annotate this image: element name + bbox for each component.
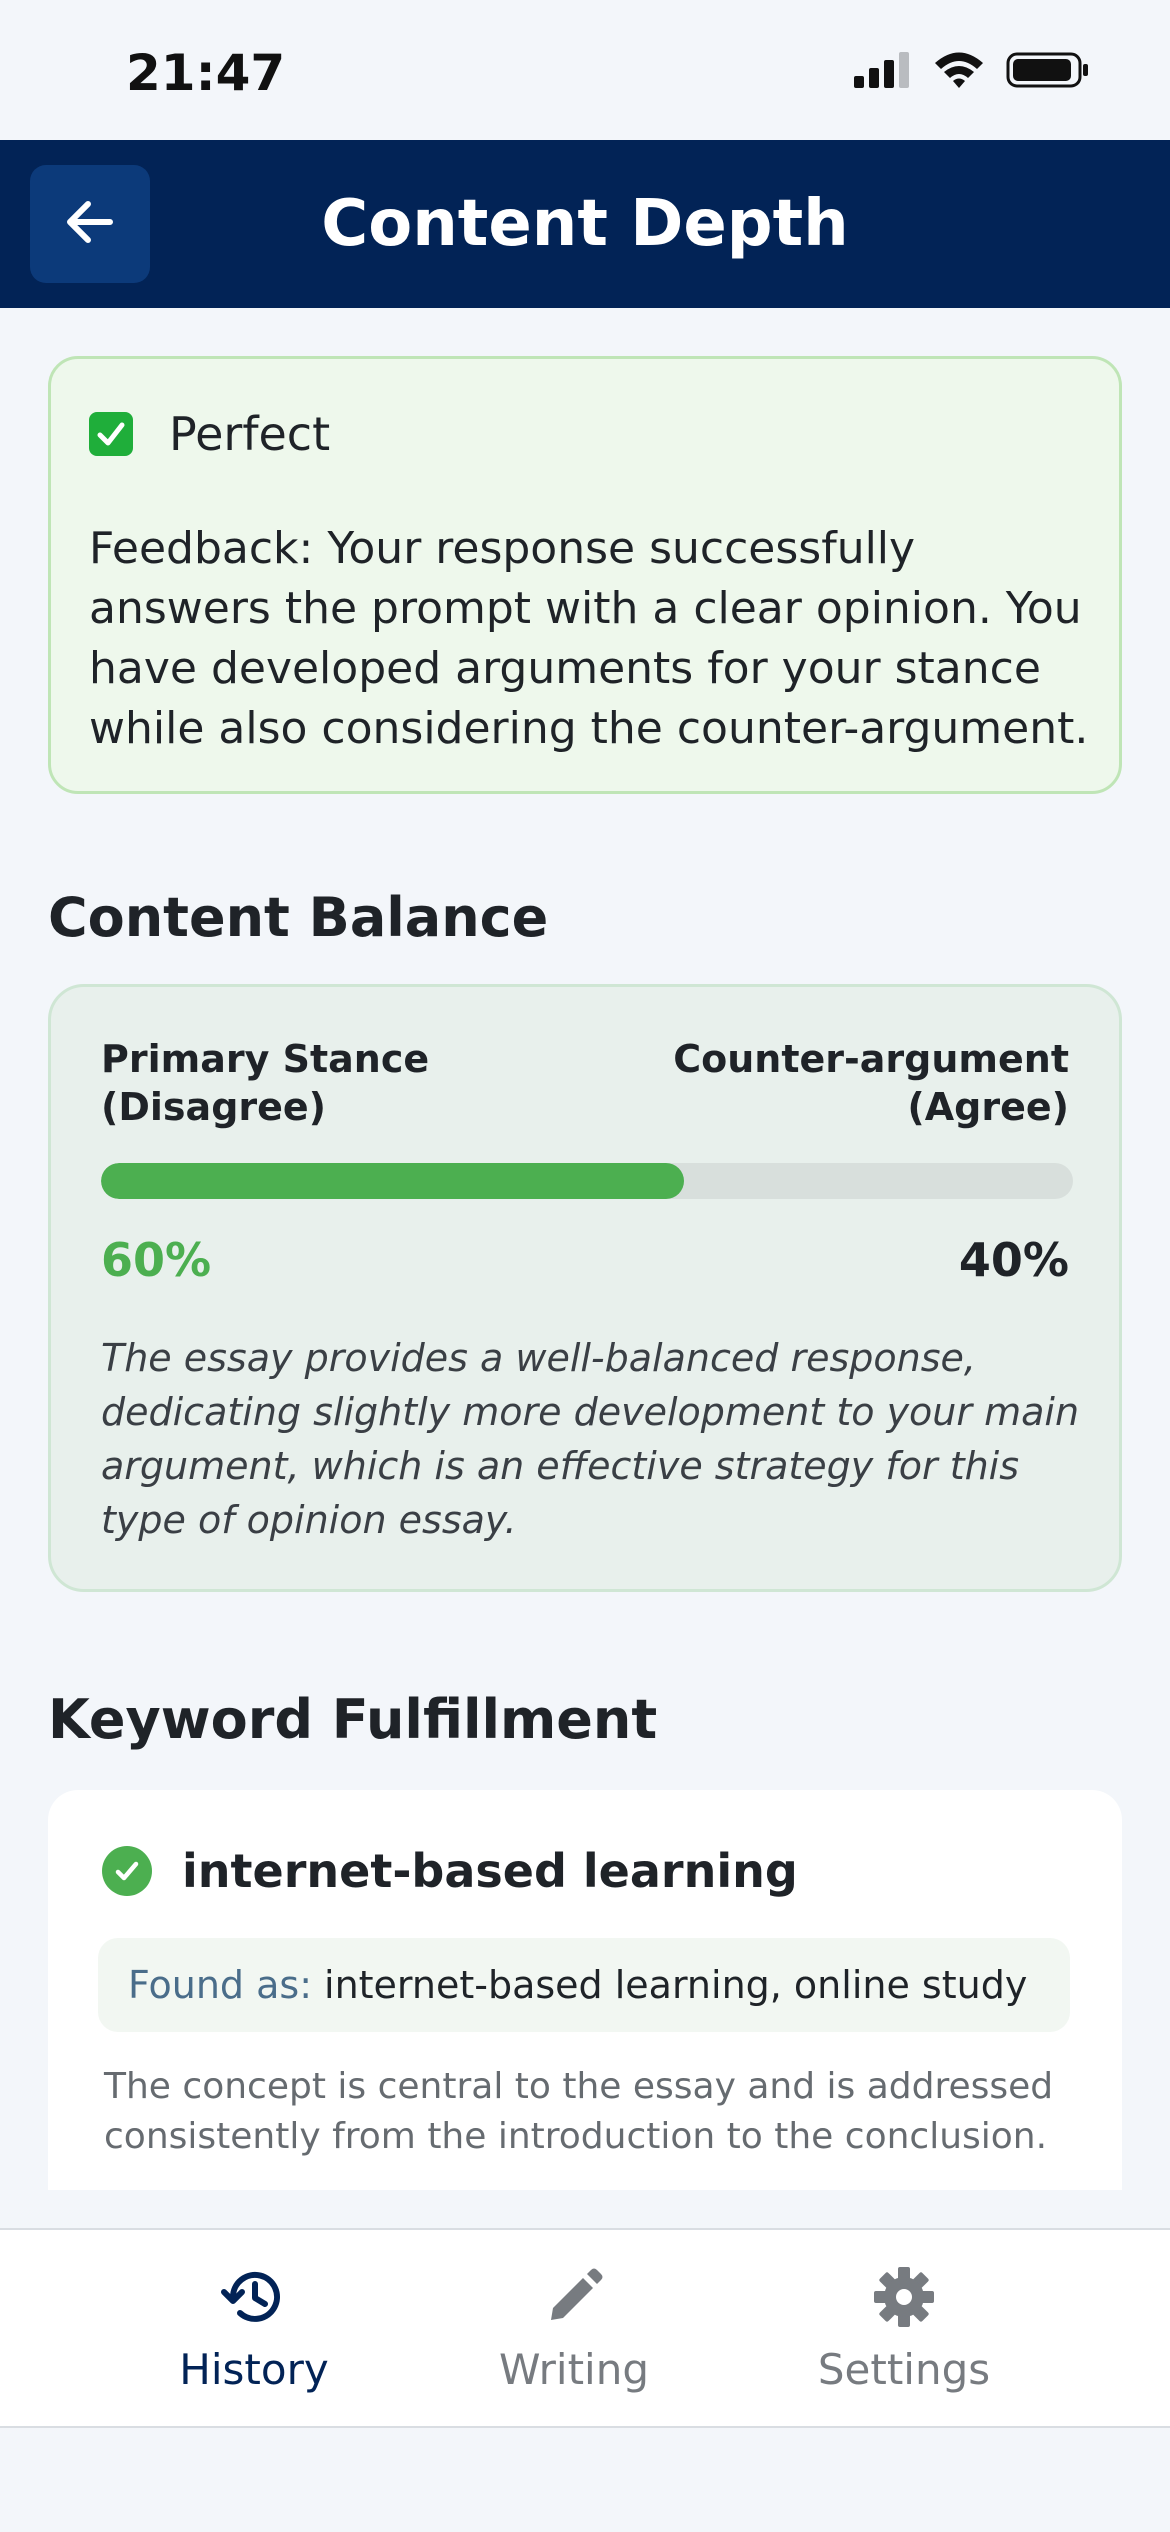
- app-header: Content Depth: [0, 140, 1170, 308]
- history-icon: [219, 2262, 289, 2337]
- feedback-status-label: Perfect: [169, 407, 331, 461]
- pencil-icon: [539, 2262, 609, 2337]
- back-button[interactable]: [30, 165, 150, 283]
- nav-item-history[interactable]: History: [124, 2262, 384, 2394]
- bottom-nav: History Writing Settings: [0, 2228, 1170, 2428]
- counter-argument-label-line2: (Agree): [907, 1085, 1069, 1129]
- primary-stance-label-line2: (Disagree): [101, 1085, 327, 1129]
- keyword-header: internet-based learning: [102, 1844, 798, 1898]
- signal-icon: [852, 50, 912, 95]
- arrow-left-icon: [62, 194, 118, 255]
- keyword-fulfillment-heading: Keyword Fulfillment: [48, 1688, 658, 1751]
- page-title: Content Depth: [321, 187, 849, 261]
- found-as-box: Found as: internet-based learning, onlin…: [98, 1938, 1070, 2032]
- balance-bar-track: [101, 1163, 1073, 1199]
- feedback-status: Perfect: [89, 407, 330, 461]
- keyword-card: internet-based learning Found as: intern…: [48, 1790, 1122, 2190]
- nav-item-writing[interactable]: Writing: [444, 2262, 704, 2394]
- nav-label-writing: Writing: [499, 2345, 649, 2394]
- wifi-icon: [932, 50, 986, 95]
- balance-note: The essay provides a well-balanced respo…: [101, 1336, 1080, 1542]
- balance-bar-fill: [101, 1163, 685, 1199]
- status-bar: 21:47: [0, 0, 1170, 140]
- check-circle-icon: [102, 1846, 152, 1896]
- found-as-label: Found as:: [128, 1963, 313, 2007]
- feedback-text: Feedback: Your response successfully ans…: [89, 523, 1089, 754]
- battery-icon: [1006, 50, 1090, 95]
- primary-percent: 60%: [101, 1233, 212, 1287]
- nav-label-settings: Settings: [817, 2345, 991, 2394]
- nav-label-history: History: [179, 2345, 329, 2394]
- primary-stance-label: Primary Stance (Disagree): [101, 1035, 429, 1131]
- counter-percent: 40%: [958, 1233, 1069, 1287]
- counter-argument-label: Counter-argument (Agree): [673, 1035, 1069, 1131]
- nav-item-settings[interactable]: Settings: [774, 2262, 1034, 2394]
- primary-stance-label-line1: Primary Stance: [101, 1037, 430, 1081]
- gear-icon: [869, 2262, 939, 2337]
- feedback-card: Perfect Feedback: Your response successf…: [48, 356, 1122, 794]
- status-icons: [852, 50, 1090, 95]
- content-balance-heading: Content Balance: [48, 886, 549, 949]
- keyword-title: internet-based learning: [182, 1844, 798, 1898]
- check-box-icon: [89, 412, 133, 456]
- found-as-value: internet-based learning, online study: [324, 1963, 1028, 2007]
- keyword-note: The concept is central to the essay and …: [104, 2066, 1054, 2157]
- content-balance-card: Primary Stance (Disagree) Counter-argume…: [48, 984, 1122, 1592]
- status-time: 21:47: [126, 44, 286, 102]
- counter-argument-label-line1: Counter-argument: [673, 1037, 1069, 1081]
